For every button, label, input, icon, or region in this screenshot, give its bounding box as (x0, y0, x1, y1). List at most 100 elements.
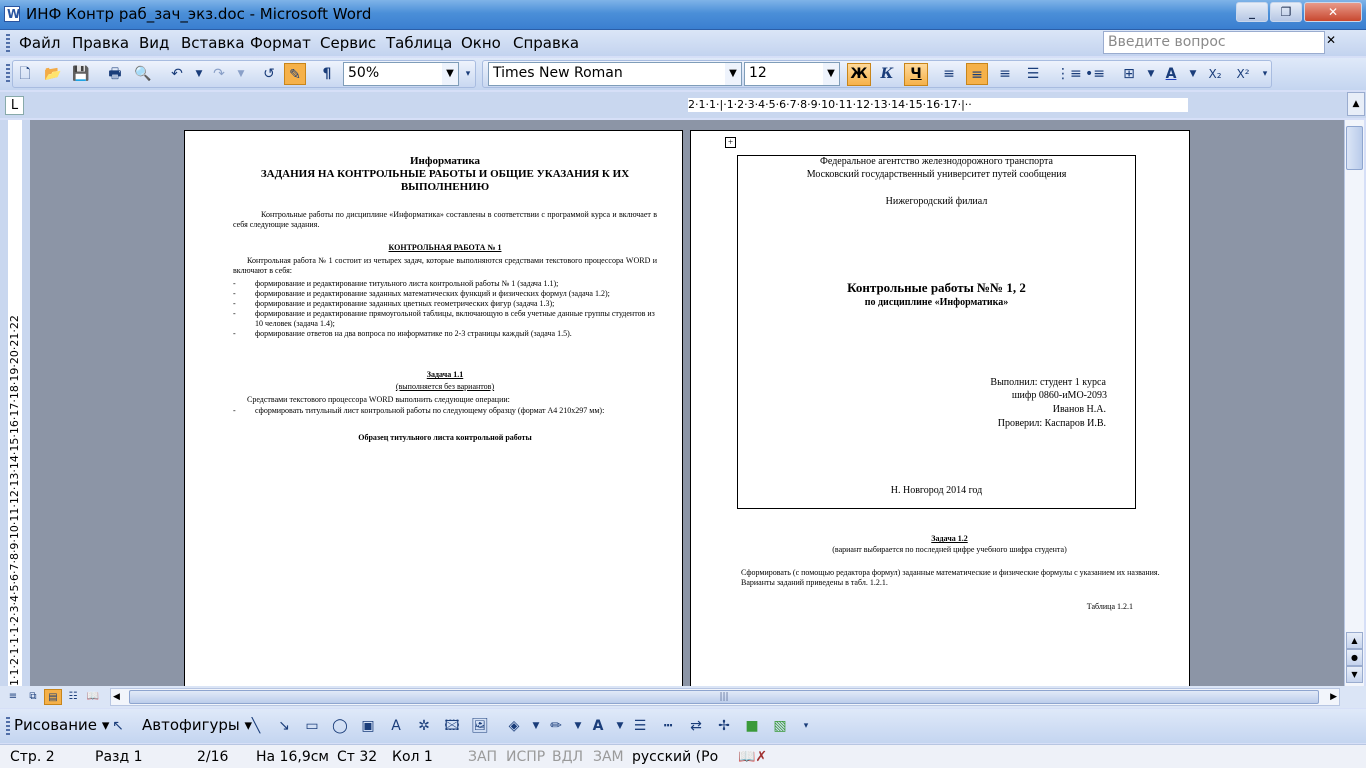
undo-icon[interactable]: ↶ (166, 63, 188, 85)
status-extend[interactable]: ВДЛ (552, 749, 583, 765)
scroll-right-icon[interactable]: ▶ (1330, 689, 1337, 705)
drawing-menu[interactable]: Рисование ▾ (14, 716, 109, 734)
shadow-icon[interactable]: ■ (742, 717, 762, 735)
close-button[interactable]: ✕ (1304, 2, 1362, 22)
italic-button[interactable]: К (876, 63, 898, 85)
document-area[interactable]: Информатика ЗАДАНИЯ НА КОНТРОЛЬНЫЕ РАБОТ… (30, 120, 1344, 686)
text-box-icon[interactable]: ▣ (358, 717, 378, 735)
align-right-icon[interactable]: ≡ (994, 63, 1016, 85)
select-objects-icon[interactable]: ↖ (108, 717, 128, 735)
previous-page-icon[interactable]: ▲ (1346, 632, 1363, 649)
bold-button[interactable]: Ж (847, 63, 871, 86)
align-left-icon[interactable]: ≡ (938, 63, 960, 85)
line-color-dropdown-icon[interactable]: ▼ (568, 717, 588, 735)
menu-help[interactable]: Справка (513, 34, 579, 52)
numbered-list-icon[interactable]: ⋮≡ (1056, 63, 1082, 85)
borders-dropdown-icon[interactable]: ▼ (1140, 63, 1162, 85)
menu-file[interactable]: Файл (19, 34, 60, 52)
chevron-down-icon[interactable]: ▼ (442, 63, 458, 85)
save-icon[interactable]: 💾 (70, 63, 92, 85)
chevron-down-icon[interactable]: ▼ (823, 63, 839, 85)
new-document-icon[interactable]: 🗋 (14, 63, 36, 85)
vertical-ruler[interactable]: 1·1·2·1·1·1·2·3·4·5·6·7·8·9·10·11·12·13·… (8, 120, 22, 686)
toolbar-options-icon[interactable]: ▾ (461, 63, 475, 85)
menu-window[interactable]: Окно (461, 34, 501, 52)
superscript-icon[interactable]: X² (1232, 63, 1254, 85)
spelling-status-icon[interactable]: 📖✗ (738, 749, 767, 765)
font-color-dropdown-icon[interactable]: ▼ (1182, 63, 1204, 85)
vertical-scrollbar[interactable]: ▲ ● ▼ (1344, 120, 1364, 686)
line-icon[interactable]: ╲ (246, 717, 266, 735)
maximize-button[interactable]: ❐ (1270, 2, 1302, 22)
horizontal-scroll-thumb[interactable]: ||| (129, 690, 1319, 704)
print-layout-icon[interactable]: ▤ (44, 689, 62, 705)
fill-color-dropdown-icon[interactable]: ▼ (526, 717, 546, 735)
table-move-handle-icon[interactable]: + (725, 137, 736, 148)
menu-edit[interactable]: Правка (72, 34, 129, 52)
insert-picture-icon[interactable]: 🖼 (470, 717, 490, 735)
tab-stop-selector[interactable]: L (5, 96, 24, 115)
menu-grip[interactable] (6, 34, 10, 52)
chevron-down-icon[interactable]: ▼ (725, 63, 741, 85)
subscript-icon[interactable]: X₂ (1204, 63, 1226, 85)
reading-view-icon[interactable]: 📖 (84, 689, 102, 705)
outline-view-icon[interactable]: ☷ (64, 689, 82, 705)
3d-style-icon[interactable]: ▧ (770, 717, 790, 735)
arrow-icon[interactable]: ↘ (274, 717, 294, 735)
redo-dropdown-icon[interactable]: ▼ (230, 63, 252, 85)
toolbar-options-icon[interactable]: ▾ (796, 717, 816, 735)
menu-format[interactable]: Формат (250, 34, 311, 52)
font-size-select[interactable]: 12 ▼ (744, 62, 840, 86)
status-overtype[interactable]: ЗАМ (593, 749, 624, 765)
bulleted-list-icon[interactable]: •≡ (1084, 63, 1106, 85)
drawing-toggle-icon[interactable]: ✎ (284, 63, 306, 85)
diagram-icon[interactable]: ✲ (414, 717, 434, 735)
menu-tools[interactable]: Сервис (320, 34, 376, 52)
fill-color-icon[interactable]: ◈ (504, 717, 524, 735)
borders-icon[interactable]: ⊞ (1118, 63, 1140, 85)
close-document-icon[interactable]: ✕ (1326, 33, 1340, 49)
justify-icon[interactable]: ☰ (1022, 63, 1044, 85)
toolbar-options-icon[interactable]: ▾ (1258, 63, 1272, 85)
minimize-button[interactable]: _ (1236, 2, 1268, 22)
font-name-select[interactable]: Times New Roman ▼ (488, 62, 742, 86)
print-icon[interactable]: 🖶 (104, 63, 126, 85)
clip-art-icon[interactable]: 🖾 (442, 717, 462, 735)
line-color-icon[interactable]: ✏ (546, 717, 566, 735)
ask-question-input[interactable]: Введите вопрос (1103, 31, 1325, 54)
vertical-scroll-thumb[interactable] (1346, 126, 1363, 170)
next-page-icon[interactable]: ▼ (1346, 666, 1363, 683)
align-center-icon[interactable]: ≡ (966, 63, 988, 85)
select-browse-object-icon[interactable]: ● (1346, 649, 1363, 666)
rectangle-icon[interactable]: ▭ (302, 717, 322, 735)
oval-icon[interactable]: ◯ (330, 717, 350, 735)
toolbar-grip[interactable] (6, 64, 10, 84)
font-color-icon[interactable]: A (1160, 63, 1182, 85)
page-2[interactable]: + Федеральное агентство железнодорожного… (690, 130, 1190, 686)
font-color-draw-dropdown-icon[interactable]: ▼ (610, 717, 630, 735)
menu-view[interactable]: Вид (139, 34, 169, 52)
web-view-icon[interactable]: ⧉ (24, 689, 42, 705)
word-app-icon[interactable] (4, 6, 20, 22)
line-style-icon[interactable]: ☰ (630, 717, 650, 735)
normal-view-icon[interactable]: ≡ (4, 689, 22, 705)
status-track-changes[interactable]: ИСПР (506, 749, 545, 765)
refresh-icon[interactable]: ↺ (258, 63, 280, 85)
page-1[interactable]: Информатика ЗАДАНИЯ НА КОНТРОЛЬНЫЕ РАБОТ… (184, 130, 683, 686)
undo-dropdown-icon[interactable]: ▼ (188, 63, 210, 85)
print-preview-icon[interactable]: 🔍 (132, 63, 154, 85)
redo-icon[interactable]: ↷ (208, 63, 230, 85)
paragraph-mark-icon[interactable]: ¶ (316, 63, 338, 85)
open-folder-icon[interactable]: 📂 (42, 63, 64, 85)
horizontal-ruler[interactable]: 2·1·1·|·1·2·3·4·5·6·7·8·9·10·11·12·13·14… (688, 98, 1188, 112)
wordart-icon[interactable]: A (386, 717, 406, 735)
horizontal-scrollbar[interactable]: ◀ ||| ▶ (110, 688, 1340, 706)
ruler-up-arrow-icon[interactable]: ▲ (1347, 92, 1365, 116)
underline-button[interactable]: Ч (904, 63, 928, 86)
zoom-select[interactable]: 50% ▼ (343, 62, 459, 86)
arrow-style-icon[interactable]: ⇄ (686, 717, 706, 735)
drawing-toolbar-grip[interactable] (6, 717, 10, 737)
menu-table[interactable]: Таблица (386, 34, 452, 52)
menu-insert[interactable]: Вставка (181, 34, 245, 52)
font-color-draw-icon[interactable]: A (588, 717, 608, 735)
